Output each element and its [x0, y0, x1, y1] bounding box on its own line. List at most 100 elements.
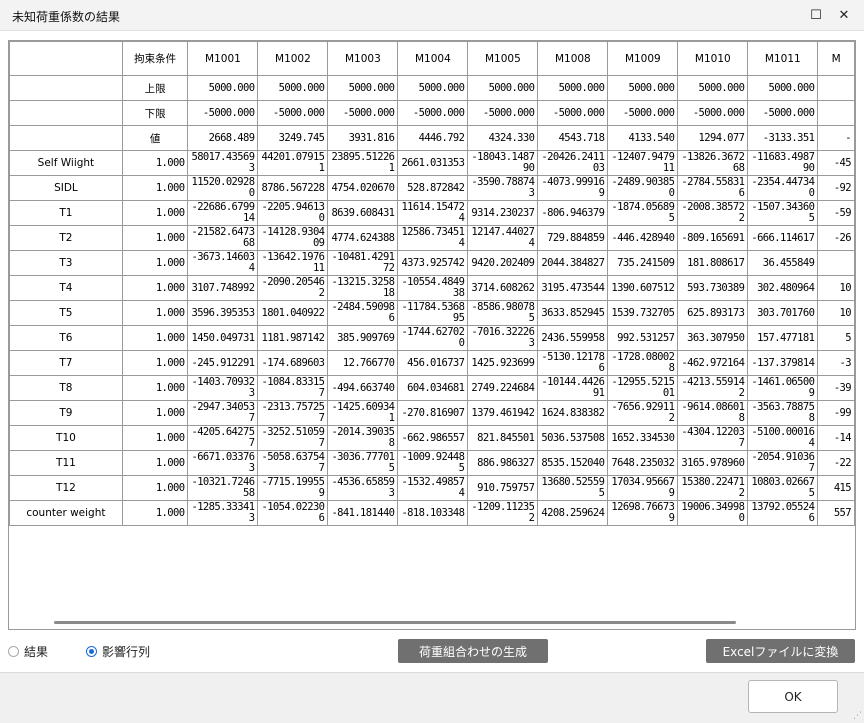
influence-value-cell[interactable]: 157.477181 — [747, 325, 819, 351]
influence-value-cell[interactable]: 4774.624388 — [327, 225, 399, 251]
result-grid[interactable]: 拘束条件 M1001 M1002 M1003 M1004 M1005 M1008 M1009 M… — [8, 40, 856, 630]
load-coefficient-cell[interactable]: 1.000 — [121, 425, 189, 451]
influence-value-cell[interactable]: -2008.385722 — [677, 200, 749, 226]
load-coefficient-cell[interactable]: 1.000 — [121, 350, 189, 376]
influence-value-cell[interactable]: 4373.925742 — [397, 250, 469, 276]
influence-value-cell[interactable]: -666.114617 — [747, 225, 819, 251]
influence-value-cell[interactable]: 13792.055246 — [747, 500, 819, 526]
influence-value-cell[interactable]: -137.379814 — [747, 350, 819, 376]
influence-value-cell[interactable]: -12955.521501 — [607, 375, 679, 401]
influence-value-cell[interactable]: -21582.647368 — [187, 225, 259, 251]
column-header[interactable]: M1009 — [607, 41, 679, 76]
influence-value-cell[interactable]: 3107.748992 — [187, 275, 259, 301]
influence-value-cell[interactable]: 821.845501 — [467, 425, 539, 451]
load-coefficient-cell[interactable]: 1.000 — [121, 150, 189, 176]
load-case-name[interactable]: Self Wiight — [9, 150, 123, 176]
influence-value-cell[interactable]: 729.884859 — [537, 225, 609, 251]
column-header[interactable]: M1008 — [537, 41, 609, 76]
influence-value-cell[interactable]: -1403.709323 — [187, 375, 259, 401]
influence-value-cell[interactable]: 3165.978960 — [677, 450, 749, 476]
bound-value-cell[interactable]: 5000.000 — [747, 75, 819, 101]
influence-value-cell[interactable]: -2484.590986 — [327, 300, 399, 326]
influence-value-cell[interactable]: -22 — [817, 450, 855, 476]
influence-value-cell[interactable]: -3673.146034 — [187, 250, 259, 276]
influence-value-cell[interactable]: 2044.384827 — [537, 250, 609, 276]
column-header[interactable]: M1005 — [467, 41, 539, 76]
influence-value-cell[interactable]: 1390.607512 — [607, 275, 679, 301]
influence-value-cell[interactable] — [817, 250, 855, 276]
bound-value-cell[interactable]: -3133.351 — [747, 125, 819, 151]
influence-value-cell[interactable]: -10144.442691 — [537, 375, 609, 401]
influence-value-cell[interactable]: 625.893173 — [677, 300, 749, 326]
influence-value-cell[interactable]: -4205.642757 — [187, 425, 259, 451]
influence-value-cell[interactable]: 303.701760 — [747, 300, 819, 326]
bound-value-cell[interactable] — [817, 75, 855, 101]
bound-value-cell[interactable] — [817, 100, 855, 126]
load-case-name[interactable]: T1 — [9, 200, 123, 226]
load-coefficient-cell[interactable]: 1.000 — [121, 500, 189, 526]
influence-value-cell[interactable]: -818.103348 — [397, 500, 469, 526]
influence-value-cell[interactable]: -841.181440 — [327, 500, 399, 526]
influence-value-cell[interactable]: 7648.235032 — [607, 450, 679, 476]
influence-value-cell[interactable]: 1181.987142 — [257, 325, 329, 351]
bound-value-cell[interactable]: 5000.000 — [607, 75, 679, 101]
column-header[interactable]: M — [817, 41, 855, 76]
resize-grip-icon[interactable]: ⋰ — [853, 711, 862, 721]
load-coefficient-cell[interactable]: 1.000 — [121, 375, 189, 401]
influence-value-cell[interactable]: 302.480964 — [747, 275, 819, 301]
influence-value-cell[interactable]: 8535.152040 — [537, 450, 609, 476]
influence-value-cell[interactable]: 3714.608262 — [467, 275, 539, 301]
influence-value-cell[interactable]: -4304.122037 — [677, 425, 749, 451]
influence-value-cell[interactable]: -5100.000164 — [747, 425, 819, 451]
influence-value-cell[interactable]: -11784.536895 — [397, 300, 469, 326]
bound-value-cell[interactable]: 4133.540 — [607, 125, 679, 151]
influence-value-cell[interactable]: 9420.202409 — [467, 250, 539, 276]
influence-value-cell[interactable]: -7016.322263 — [467, 325, 539, 351]
influence-value-cell[interactable]: 23895.512261 — [327, 150, 399, 176]
influence-value-cell[interactable]: -1425.609341 — [327, 400, 399, 426]
influence-value-cell[interactable]: 528.872842 — [397, 175, 469, 201]
influence-value-cell[interactable]: 15380.224712 — [677, 475, 749, 501]
bound-value-cell[interactable]: 5000.000 — [187, 75, 259, 101]
bound-value-cell[interactable]: 4324.330 — [467, 125, 539, 151]
load-coefficient-cell[interactable]: 1.000 — [121, 200, 189, 226]
load-case-name[interactable]: T10 — [9, 425, 123, 451]
bound-value-cell[interactable]: 5000.000 — [397, 75, 469, 101]
influence-value-cell[interactable]: 3195.473544 — [537, 275, 609, 301]
influence-value-cell[interactable]: 4754.020670 — [327, 175, 399, 201]
influence-value-cell[interactable]: 1801.040922 — [257, 300, 329, 326]
influence-value-cell[interactable]: -14128.930409 — [257, 225, 329, 251]
influence-value-cell[interactable]: -22686.679914 — [187, 200, 259, 226]
influence-value-cell[interactable]: -446.428940 — [607, 225, 679, 251]
load-coefficient-cell[interactable]: 1.000 — [121, 175, 189, 201]
ok-button[interactable]: OK — [748, 680, 838, 713]
bound-value-cell[interactable]: 5000.000 — [537, 75, 609, 101]
influence-value-cell[interactable]: 1652.334530 — [607, 425, 679, 451]
influence-value-cell[interactable]: -4073.999169 — [537, 175, 609, 201]
horizontal-scrollbar[interactable] — [8, 616, 856, 628]
influence-value-cell[interactable]: -2489.903850 — [607, 175, 679, 201]
influence-value-cell[interactable]: -245.912291 — [187, 350, 259, 376]
influence-value-cell[interactable]: -2354.447340 — [747, 175, 819, 201]
load-coefficient-cell[interactable]: 1.000 — [121, 300, 189, 326]
load-coefficient-cell[interactable]: 1.000 — [121, 325, 189, 351]
bound-value-cell[interactable]: -5000.000 — [327, 100, 399, 126]
influence-value-cell[interactable]: 1425.923699 — [467, 350, 539, 376]
influence-value-cell[interactable]: -2947.340537 — [187, 400, 259, 426]
bound-value-cell[interactable]: 5000.000 — [327, 75, 399, 101]
column-header[interactable]: M1011 — [747, 41, 819, 76]
influence-value-cell[interactable]: -92 — [817, 175, 855, 201]
load-case-name[interactable]: T8 — [9, 375, 123, 401]
influence-value-cell[interactable]: 415 — [817, 475, 855, 501]
influence-value-cell[interactable]: -4536.658593 — [327, 475, 399, 501]
influence-value-cell[interactable]: 12698.766739 — [607, 500, 679, 526]
bound-value-cell[interactable]: -5000.000 — [257, 100, 329, 126]
influence-value-cell[interactable]: 8639.608431 — [327, 200, 399, 226]
bound-value-cell[interactable]: -5000.000 — [747, 100, 819, 126]
bound-value-cell[interactable]: - — [817, 125, 855, 151]
scrollbar-thumb[interactable] — [54, 621, 736, 624]
influence-value-cell[interactable]: -59 — [817, 200, 855, 226]
influence-value-cell[interactable]: -10554.484938 — [397, 275, 469, 301]
influence-value-cell[interactable]: -1009.924485 — [397, 450, 469, 476]
influence-value-cell[interactable]: -18043.148790 — [467, 150, 539, 176]
